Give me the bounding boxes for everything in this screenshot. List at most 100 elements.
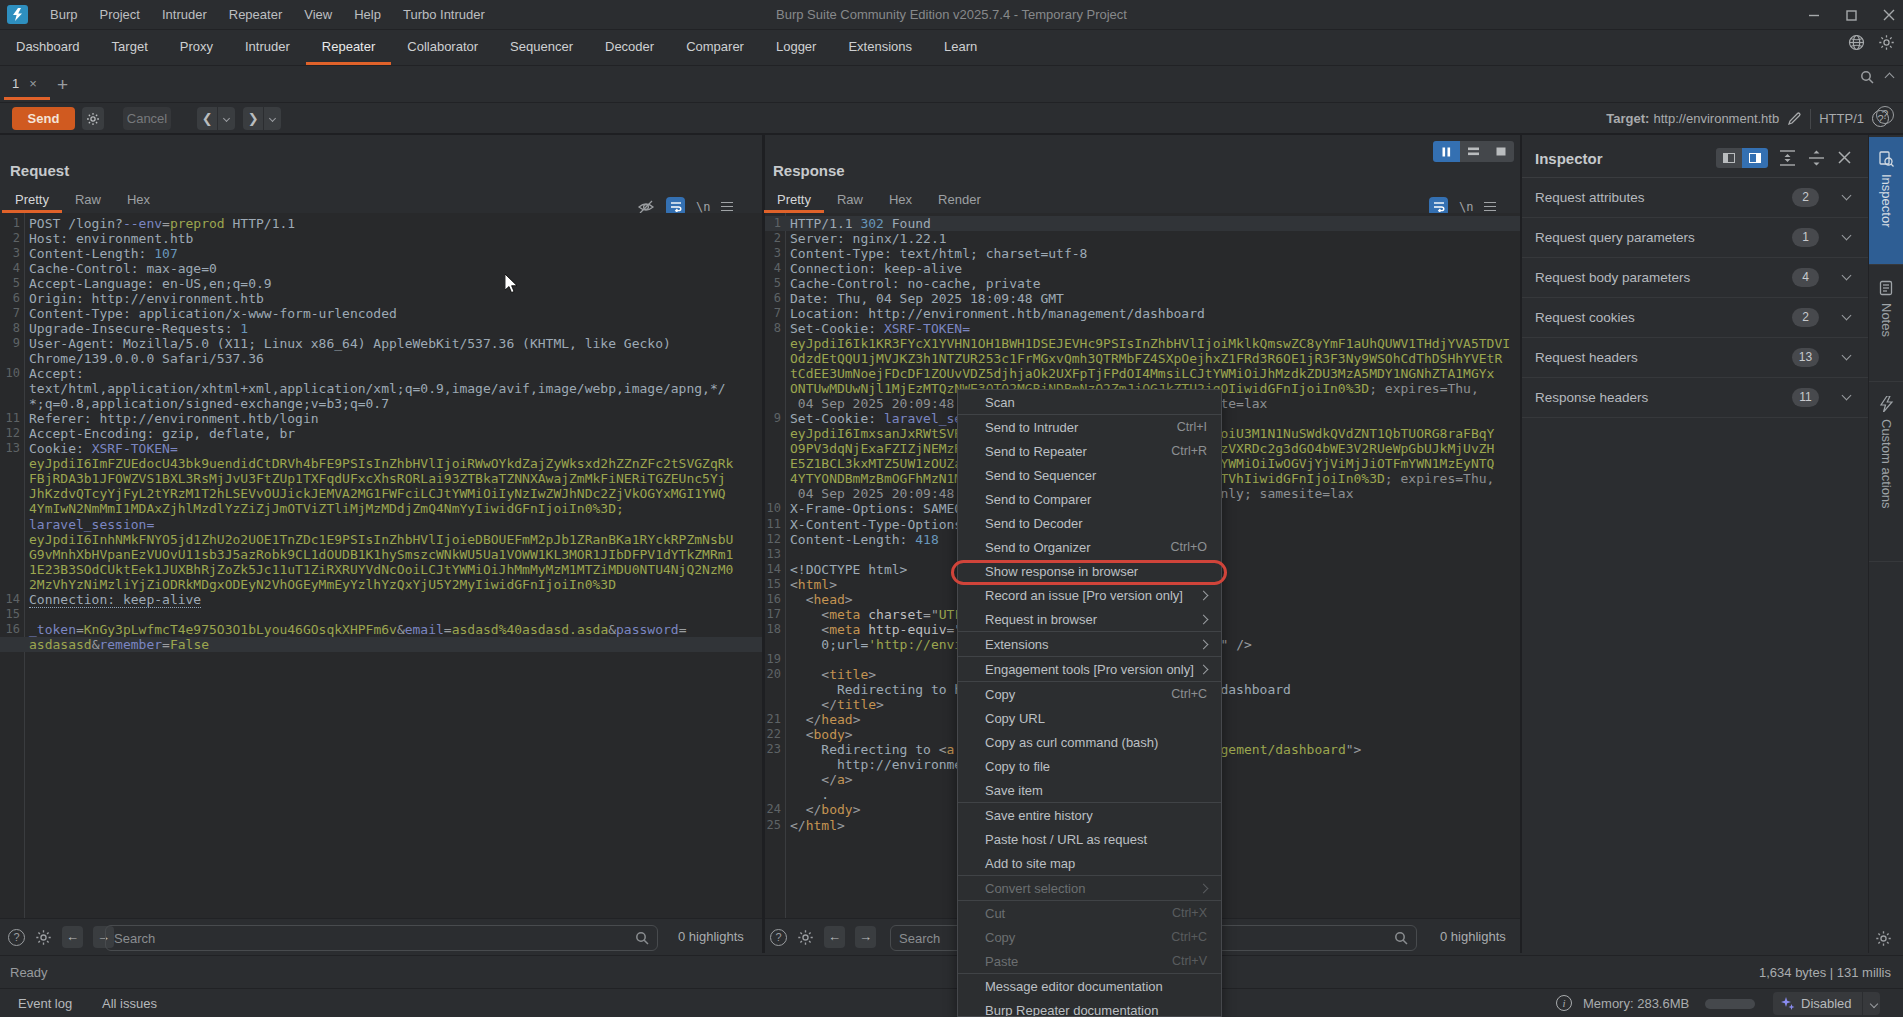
editor-tab-raw[interactable]: Raw	[824, 188, 876, 213]
dock-right-button[interactable]	[1742, 148, 1768, 168]
inspector-section-request-body-parameters[interactable]: Request body parameters4	[1522, 258, 1868, 298]
menu-repeater[interactable]: Repeater	[218, 7, 293, 22]
tab-sequencer[interactable]: Sequencer	[494, 30, 589, 65]
menu-item-copy[interactable]: CopyCtrl+C	[958, 682, 1221, 706]
side-tab-custom-actions[interactable]: Custom actions	[1869, 382, 1903, 562]
menu-item-send-to-intruder[interactable]: Send to IntruderCtrl+I	[958, 415, 1221, 439]
search-settings-gear-icon[interactable]	[797, 929, 814, 946]
add-tab-button[interactable]: +	[57, 74, 68, 96]
help-icon[interactable]: ?	[1876, 106, 1894, 124]
tab-repeater[interactable]: Repeater	[306, 30, 391, 65]
menu-item-copy[interactable]: CopyCtrl+C	[958, 925, 1221, 949]
menu-item-scan[interactable]: Scan	[958, 390, 1221, 414]
menu-item-save-item[interactable]: Save item	[958, 778, 1221, 802]
minimize-button[interactable]	[1808, 9, 1820, 21]
menu-item-extensions[interactable]: Extensions	[958, 632, 1221, 656]
request-search-input[interactable]: Search	[105, 925, 658, 951]
menu-item-paste-host-url-as-request[interactable]: Paste host / URL as request	[958, 827, 1221, 851]
pause-updates-button[interactable]	[1433, 141, 1460, 162]
inspector-section-request-attributes[interactable]: Request attributes2	[1522, 178, 1868, 218]
dock-left-button[interactable]	[1716, 148, 1742, 168]
editor-tab-hex[interactable]: Hex	[114, 188, 163, 213]
tab-dashboard[interactable]: Dashboard	[0, 30, 96, 65]
collapse-icon[interactable]	[1885, 72, 1895, 82]
menu-item-convert-selection[interactable]: Convert selection	[958, 876, 1221, 900]
settings-gear-icon[interactable]	[1878, 34, 1895, 51]
inspector-section-request-query-parameters[interactable]: Request query parameters1	[1522, 218, 1868, 258]
editor-menu-icon[interactable]	[721, 199, 733, 213]
expand-all-icon[interactable]	[1779, 150, 1796, 166]
all-issues-button[interactable]: All issues	[102, 996, 157, 1011]
search-icon[interactable]	[1860, 70, 1874, 84]
editor-tab-pretty[interactable]: Pretty	[764, 188, 824, 213]
back-button-group[interactable]: ❮	[197, 107, 235, 130]
send-button[interactable]: Send	[12, 107, 75, 130]
menu-item-send-to-repeater[interactable]: Send to RepeaterCtrl+R	[958, 439, 1221, 463]
close-tab-icon[interactable]: ×	[29, 76, 37, 91]
menu-item-engagement-tools-pro-version-only-[interactable]: Engagement tools [Pro version only]	[958, 657, 1221, 681]
menu-item-burp-repeater-documentation[interactable]: Burp Repeater documentation	[958, 998, 1221, 1017]
menu-intruder[interactable]: Intruder	[151, 7, 218, 22]
menu-burp[interactable]: Burp	[39, 7, 88, 22]
repeater-session-tab[interactable]: 1 ×	[4, 70, 50, 100]
prev-match-button[interactable]: ←	[62, 926, 83, 948]
send-settings-button[interactable]	[82, 107, 104, 130]
menu-item-send-to-organizer[interactable]: Send to OrganizerCtrl+O	[958, 535, 1221, 559]
inspector-section-request-cookies[interactable]: Request cookies2	[1522, 298, 1868, 338]
menu-item-send-to-sequencer[interactable]: Send to Sequencer	[958, 463, 1221, 487]
forward-button-group[interactable]: ❯	[243, 107, 281, 130]
editor-tab-raw[interactable]: Raw	[62, 188, 114, 213]
menu-item-send-to-decoder[interactable]: Send to Decoder	[958, 511, 1221, 535]
protocol-label[interactable]: HTTP/1	[1819, 111, 1864, 126]
menu-item-cut[interactable]: CutCtrl+X	[958, 901, 1221, 925]
close-button[interactable]	[1883, 9, 1895, 21]
help-icon[interactable]: ?	[770, 929, 787, 946]
editor-menu-icon[interactable]	[1484, 199, 1496, 213]
close-inspector-icon[interactable]	[1837, 150, 1852, 165]
ai-status-dropdown[interactable]: Disabled	[1773, 992, 1880, 1015]
tab-learn[interactable]: Learn	[928, 30, 993, 65]
tab-proxy[interactable]: Proxy	[164, 30, 229, 65]
tab-extensions[interactable]: Extensions	[832, 30, 928, 65]
tab-logger[interactable]: Logger	[760, 30, 832, 65]
menu-view[interactable]: View	[293, 7, 343, 22]
next-match-button[interactable]: →	[855, 926, 876, 948]
menu-item-request-in-browser[interactable]: Request in browser	[958, 607, 1221, 631]
horizontal-layout-button[interactable]	[1460, 141, 1487, 162]
menu-item-send-to-comparer[interactable]: Send to Comparer	[958, 487, 1221, 511]
collaborator-globe-icon[interactable]	[1848, 34, 1865, 51]
menu-item-paste[interactable]: PasteCtrl+V	[958, 949, 1221, 973]
menu-turbo-intruder[interactable]: Turbo Intruder	[392, 7, 496, 22]
menu-project[interactable]: Project	[88, 7, 150, 22]
menu-item-record-an-issue-pro-version-only-[interactable]: Record an issue [Pro version only]	[958, 583, 1221, 607]
event-log-button[interactable]: Event log	[18, 996, 72, 1011]
help-icon[interactable]: ?	[8, 929, 25, 946]
request-editor[interactable]: 1POST /login?--env=preprod HTTP/1.12Host…	[0, 213, 762, 918]
show-newlines-toggle[interactable]: \n	[1459, 200, 1473, 214]
inspector-section-request-headers[interactable]: Request headers13	[1522, 338, 1868, 378]
show-newlines-toggle[interactable]: \n	[696, 200, 710, 214]
menu-help[interactable]: Help	[343, 7, 392, 22]
tab-collaborator[interactable]: Collaborator	[391, 30, 494, 65]
menu-item-copy-url[interactable]: Copy URL	[958, 706, 1221, 730]
menu-item-add-to-site-map[interactable]: Add to site map	[958, 851, 1221, 875]
side-tab-inspector[interactable]: Inspector	[1869, 137, 1903, 265]
edit-target-pencil-icon[interactable]	[1787, 111, 1802, 126]
cancel-button[interactable]: Cancel	[123, 107, 171, 130]
tab-target[interactable]: Target	[96, 30, 164, 65]
menu-item-message-editor-documentation[interactable]: Message editor documentation	[958, 974, 1221, 998]
menu-item-copy-to-file[interactable]: Copy to file	[958, 754, 1221, 778]
editor-tab-pretty[interactable]: Pretty	[2, 188, 62, 213]
menu-item-copy-as-curl-command-bash-[interactable]: Copy as curl command (bash)	[958, 730, 1221, 754]
single-layout-button[interactable]	[1487, 141, 1514, 162]
inspector-section-response-headers[interactable]: Response headers11	[1522, 378, 1868, 418]
editor-tab-render[interactable]: Render	[925, 188, 994, 213]
prev-match-button[interactable]: ←	[824, 926, 845, 948]
editor-tab-hex[interactable]: Hex	[876, 188, 925, 213]
menu-item-save-entire-history[interactable]: Save entire history	[958, 803, 1221, 827]
tab-intruder[interactable]: Intruder	[229, 30, 306, 65]
tab-comparer[interactable]: Comparer	[670, 30, 760, 65]
maximize-button[interactable]	[1846, 10, 1857, 21]
tab-decoder[interactable]: Decoder	[589, 30, 670, 65]
side-tab-notes[interactable]: Notes	[1869, 266, 1903, 382]
